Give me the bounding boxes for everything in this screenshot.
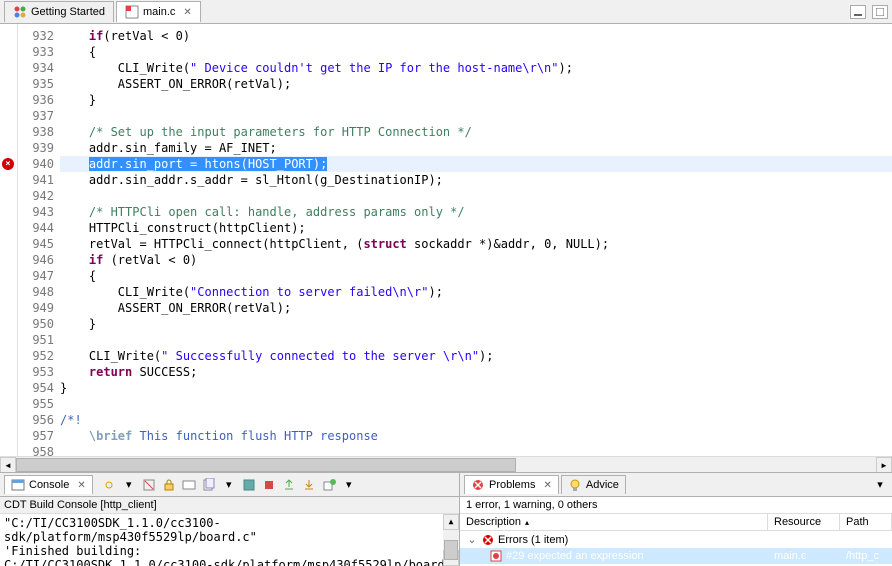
tab-label: Getting Started [31, 6, 105, 18]
column-path[interactable]: Path [840, 514, 892, 530]
editor-horizontal-scrollbar[interactable]: ◄ ► [0, 456, 892, 472]
column-description[interactable]: Description▴ [460, 514, 768, 530]
export-icon[interactable] [281, 477, 297, 493]
tab-main-c[interactable]: main.c ✕ [116, 1, 201, 22]
advice-tab[interactable]: Advice [561, 475, 626, 494]
error-marker-icon[interactable]: × [2, 158, 14, 170]
console-line: "C:/TI/CC3100SDK_1.1.0/cc3100-sdk/platfo… [4, 516, 455, 544]
problem-message: #29 expected an expression [506, 550, 644, 562]
scroll-up-button[interactable]: ▲ [443, 514, 459, 530]
problem-resource: main.c [768, 549, 840, 563]
console-tab[interactable]: Console ✕ [4, 475, 93, 494]
console-title: CDT Build Console [http_client] [0, 497, 459, 514]
maximize-button[interactable] [872, 5, 888, 19]
sort-asc-icon: ▴ [525, 518, 529, 527]
scroll-track[interactable] [16, 457, 876, 472]
scroll-thumb[interactable] [16, 458, 516, 472]
console-panel: Console ✕ ▾ ▾ ▾ CDT Build Console [http_… [0, 473, 460, 566]
tab-label: Problems [489, 479, 535, 491]
display-toggle-icon[interactable] [181, 477, 197, 493]
console-output[interactable]: "C:/TI/CC3100SDK_1.1.0/cc3100-sdk/platfo… [0, 514, 459, 566]
console-line: C:/TI/CC3100SDK 1.1.0/cc3100-sdk/platfor… [4, 558, 455, 566]
scroll-left-button[interactable]: ◄ [0, 457, 16, 473]
scroll-lock-icon[interactable] [161, 477, 177, 493]
tab-label: Console [29, 479, 69, 491]
problems-tree[interactable]: ⌄ Errors (1 item) #29 expected an expres… [460, 531, 892, 566]
console-toolbar: ▾ ▾ ▾ [101, 477, 357, 493]
tab-label: main.c [143, 6, 175, 18]
close-icon[interactable]: ✕ [183, 7, 191, 18]
errors-group-row[interactable]: ⌄ Errors (1 item) [460, 531, 892, 548]
welcome-icon [13, 5, 27, 19]
problems-tab-bar: Problems ✕ Advice ▾ [460, 473, 892, 497]
clear-icon[interactable] [141, 477, 157, 493]
copy-icon[interactable] [201, 477, 217, 493]
import-icon[interactable] [301, 477, 317, 493]
error-marker-icon [490, 550, 502, 562]
problems-columns: Description▴ Resource Path [460, 514, 892, 531]
tab-getting-started[interactable]: Getting Started [4, 1, 114, 22]
line-number-gutter: 932933934935936937938939940×941942943944… [18, 24, 60, 456]
lightbulb-icon [568, 478, 582, 492]
error-icon [471, 478, 485, 492]
console-tab-bar: Console ✕ ▾ ▾ ▾ [0, 473, 459, 497]
scroll-right-button[interactable]: ► [876, 457, 892, 473]
pin-icon[interactable] [101, 477, 117, 493]
group-label: Errors (1 item) [498, 534, 568, 546]
chevron-down-icon[interactable]: ▾ [121, 477, 137, 493]
problems-tab[interactable]: Problems ✕ [464, 475, 559, 494]
new-console-icon[interactable] [321, 477, 337, 493]
editor-area: 932933934935936937938939940×941942943944… [0, 24, 892, 456]
bottom-panels: Console ✕ ▾ ▾ ▾ CDT Build Console [http_… [0, 472, 892, 566]
console-icon [11, 478, 25, 492]
window-tools [850, 5, 888, 19]
chevron-down-icon[interactable]: ▾ [341, 477, 357, 493]
twisty-expanded-icon[interactable]: ⌄ [466, 533, 478, 546]
save-icon[interactable] [241, 477, 257, 493]
problem-row[interactable]: #29 expected an expression main.c /http_… [460, 548, 892, 564]
tab-label: Advice [586, 479, 619, 491]
terminate-icon[interactable] [261, 477, 277, 493]
c-file-icon [125, 5, 139, 19]
scroll-thumb[interactable] [444, 540, 458, 560]
problems-panel: Problems ✕ Advice ▾ 1 error, 1 warning, … [460, 473, 892, 566]
minimize-button[interactable] [850, 5, 866, 19]
editor-tab-bar: Getting Started main.c ✕ [0, 0, 892, 24]
marker-ruler [0, 24, 18, 456]
console-vertical-scrollbar[interactable]: ▲ ▼ [443, 514, 459, 566]
problems-status: 1 error, 1 warning, 0 others [460, 497, 892, 514]
close-icon[interactable]: ✕ [77, 480, 85, 491]
console-line: 'Finished building: [4, 544, 455, 558]
error-icon [482, 534, 494, 546]
chevron-down-icon[interactable]: ▾ [221, 477, 237, 493]
view-menu-icon[interactable]: ▾ [872, 477, 888, 493]
problem-path: /http_c [840, 549, 892, 563]
close-icon[interactable]: ✕ [543, 480, 551, 491]
column-resource[interactable]: Resource [768, 514, 840, 530]
code-area[interactable]: if(retVal < 0) { CLI_Write(" Device coul… [60, 24, 892, 456]
